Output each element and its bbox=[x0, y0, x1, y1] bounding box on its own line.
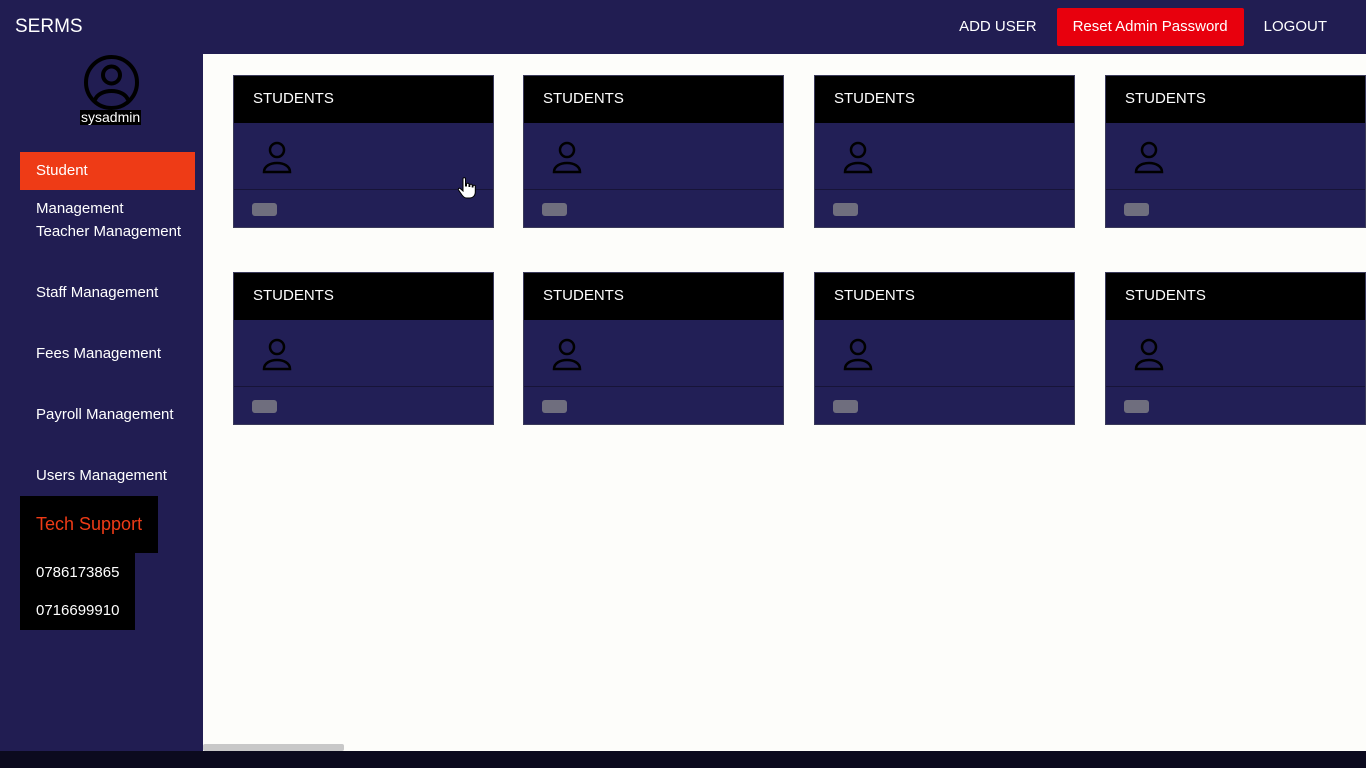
sidebar-item-staff-management[interactable]: Staff Management bbox=[20, 274, 174, 312]
students-card[interactable]: STUDENTS bbox=[1105, 75, 1366, 228]
logout-link[interactable]: LOGOUT bbox=[1244, 8, 1366, 46]
students-card[interactable]: STUDENTS bbox=[523, 272, 784, 425]
card-title: STUDENTS bbox=[234, 273, 493, 320]
students-card[interactable]: STUDENTS bbox=[814, 75, 1075, 228]
card-badge bbox=[1124, 203, 1149, 216]
card-badge bbox=[252, 203, 277, 216]
tech-support-heading: Tech Support bbox=[20, 496, 158, 553]
students-card[interactable]: STUDENTS bbox=[233, 272, 494, 425]
students-card[interactable]: STUDENTS bbox=[523, 75, 784, 228]
card-badge bbox=[252, 400, 277, 413]
user-avatar-icon bbox=[84, 55, 139, 110]
reset-admin-password-button[interactable]: Reset Admin Password bbox=[1056, 8, 1244, 46]
user-icon bbox=[1134, 338, 1164, 371]
sidebar-item-student-management[interactable]: Student Management bbox=[20, 152, 195, 217]
card-badge bbox=[1124, 400, 1149, 413]
card-badge bbox=[542, 400, 567, 413]
main-content: STUDENTS STUDENTS STUDENTS STUDENTS STUD… bbox=[203, 54, 1366, 751]
card-title: STUDENTS bbox=[1106, 273, 1365, 320]
sidebar: sysadmin Student Management Teacher Mana… bbox=[0, 54, 203, 751]
username-label: sysadmin bbox=[80, 109, 142, 125]
sidebar-item-payroll-management[interactable]: Payroll Management bbox=[20, 396, 190, 434]
horizontal-scrollbar[interactable] bbox=[203, 744, 344, 751]
user-icon bbox=[262, 338, 292, 371]
students-card[interactable]: STUDENTS bbox=[814, 272, 1075, 425]
add-user-link[interactable]: ADD USER bbox=[939, 8, 1057, 46]
hand-cursor-icon bbox=[457, 177, 476, 199]
user-icon bbox=[843, 141, 873, 174]
sidebar-item-users-management[interactable]: Users Management bbox=[20, 457, 183, 495]
nav-actions: ADD USER Reset Admin Password LOGOUT bbox=[939, 8, 1366, 46]
sidebar-item-teacher-management[interactable]: Teacher Management bbox=[20, 213, 197, 251]
support-phone-2: 0716699910 bbox=[20, 592, 135, 630]
students-card[interactable]: STUDENTS bbox=[233, 75, 494, 228]
card-title: STUDENTS bbox=[524, 76, 783, 123]
user-icon bbox=[1134, 141, 1164, 174]
bottom-strip bbox=[0, 751, 1366, 768]
card-badge bbox=[542, 203, 567, 216]
brand-title[interactable]: SERMS bbox=[15, 16, 83, 38]
support-phone-1: 0786173865 bbox=[20, 553, 135, 592]
card-badge bbox=[833, 400, 858, 413]
card-badge bbox=[833, 203, 858, 216]
card-title: STUDENTS bbox=[815, 273, 1074, 320]
top-navbar: SERMS ADD USER Reset Admin Password LOGO… bbox=[0, 0, 1366, 54]
card-title: STUDENTS bbox=[234, 76, 493, 123]
user-icon bbox=[843, 338, 873, 371]
card-title: STUDENTS bbox=[1106, 76, 1365, 123]
card-title: STUDENTS bbox=[815, 76, 1074, 123]
user-icon bbox=[552, 338, 582, 371]
user-icon bbox=[552, 141, 582, 174]
user-icon bbox=[262, 141, 292, 174]
students-card[interactable]: STUDENTS bbox=[1105, 272, 1366, 425]
card-title: STUDENTS bbox=[524, 273, 783, 320]
sidebar-item-fees-management[interactable]: Fees Management bbox=[20, 335, 177, 373]
